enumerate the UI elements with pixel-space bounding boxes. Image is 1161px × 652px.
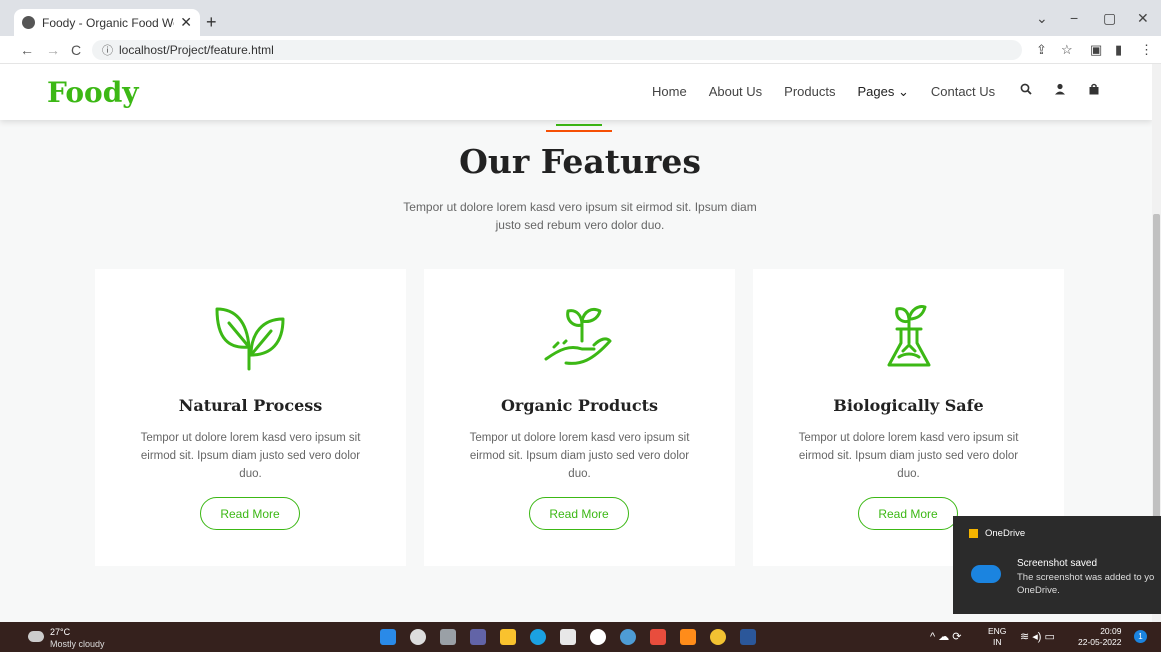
- weather-cloud-icon[interactable]: [28, 631, 44, 642]
- card-title: Biologically Safe: [833, 396, 984, 415]
- github-icon[interactable]: [590, 629, 606, 645]
- notification-body: The screenshot was added to yo: [1017, 572, 1155, 583]
- main-nav: Home About Us Products Pages ⌄ Contact U…: [652, 84, 1017, 100]
- clock-time: 20:09: [1100, 626, 1122, 636]
- language-indicator[interactable]: ENG IN: [988, 626, 1006, 648]
- read-more-button[interactable]: Read More: [529, 497, 629, 530]
- language-code: ENG: [988, 626, 1007, 636]
- browser-tab-bar: Foody - Organic Food Website T ✕ + ⌄ − ▢…: [0, 0, 1161, 36]
- notification-title: Screenshot saved: [1017, 558, 1098, 569]
- onedrive-icon: [969, 529, 978, 538]
- edge-icon[interactable]: [530, 629, 546, 645]
- card-text: Tempor ut dolore lorem kasd vero ipsum s…: [798, 432, 1019, 480]
- nav-contact-us[interactable]: Contact Us: [931, 84, 995, 100]
- weather-temperature[interactable]: 27°C: [50, 627, 70, 637]
- region-code: IN: [992, 637, 1002, 647]
- notification-app-name: OneDrive: [985, 528, 1026, 539]
- close-window-button[interactable]: ✕: [1137, 10, 1149, 27]
- site-favicon-icon: [22, 16, 35, 29]
- notification-badge[interactable]: 1: [1134, 630, 1147, 643]
- info-icon[interactable]: ⓘ: [102, 42, 113, 58]
- leaves-icon: [215, 307, 285, 371]
- read-more-button[interactable]: Read More: [858, 497, 958, 530]
- back-button[interactable]: ←: [20, 42, 34, 58]
- task-view-icon[interactable]: [440, 629, 456, 645]
- clock-date: 22-05-2022: [1078, 637, 1122, 647]
- header-icons: [1020, 83, 1100, 98]
- page-title: Our Features: [459, 142, 701, 181]
- section-subtitle: Tempor ut dolore lorem kasd vero ipsum s…: [403, 200, 757, 232]
- menu-icon[interactable]: ⋮: [1140, 42, 1153, 58]
- bag-icon[interactable]: [1088, 83, 1100, 98]
- sublime-icon[interactable]: [680, 629, 696, 645]
- title-divider-orange: [546, 130, 612, 132]
- file-explorer-icon[interactable]: [500, 629, 516, 645]
- bookmark-star-icon[interactable]: ☆: [1061, 42, 1073, 58]
- nav-about-us[interactable]: About Us: [709, 84, 762, 100]
- nav-pages-dropdown[interactable]: Pages ⌄: [857, 84, 908, 100]
- start-icon[interactable]: [380, 629, 396, 645]
- system-tray-icons[interactable]: ^ ☁ ⟳: [930, 630, 962, 643]
- search-icon[interactable]: [410, 629, 426, 645]
- search-icon[interactable]: [1020, 83, 1032, 98]
- title-divider-green: [556, 124, 602, 126]
- tab-close-icon[interactable]: ✕: [180, 14, 192, 31]
- feature-card: Natural Process Tempor ut dolore lorem k…: [95, 269, 406, 566]
- chrome-icon[interactable]: [710, 629, 726, 645]
- cloud-icon: [971, 565, 1001, 583]
- address-bar: ← → C ⓘ localhost/Project/feature.html ⇪…: [0, 36, 1161, 64]
- url-text: localhost/Project/feature.html: [119, 43, 274, 57]
- notification-body-continued: OneDrive.: [1017, 585, 1060, 596]
- site-header: Foody Home About Us Products Pages ⌄ Con…: [0, 64, 1152, 120]
- tab-search-icon[interactable]: ⌄: [1036, 10, 1048, 27]
- word-icon[interactable]: [740, 629, 756, 645]
- user-icon[interactable]: [1054, 83, 1066, 98]
- weather-description[interactable]: Mostly cloudy: [50, 639, 105, 649]
- read-more-button[interactable]: Read More: [200, 497, 300, 530]
- forward-button[interactable]: →: [46, 42, 60, 58]
- hand-plant-icon: [544, 307, 612, 365]
- minimize-button[interactable]: −: [1070, 10, 1078, 26]
- site-logo[interactable]: Foody: [47, 76, 139, 109]
- card-text: Tempor ut dolore lorem kasd vero ipsum s…: [469, 432, 690, 480]
- share-icon[interactable]: ⇪: [1036, 42, 1047, 58]
- nav-home[interactable]: Home: [652, 84, 687, 100]
- chat-icon[interactable]: [470, 629, 486, 645]
- eclipse-icon[interactable]: [620, 629, 636, 645]
- url-input[interactable]: ⓘ localhost/Project/feature.html: [92, 40, 1022, 60]
- clock[interactable]: 20:09 22-05-2022: [1078, 626, 1121, 648]
- extension-icon[interactable]: ▮: [1115, 42, 1122, 58]
- card-text: Tempor ut dolore lorem kasd vero ipsum s…: [140, 432, 361, 480]
- card-title: Organic Products: [500, 396, 659, 415]
- flask-plant-icon: [887, 305, 931, 367]
- xampp-icon[interactable]: [650, 629, 666, 645]
- taskbar-apps: [380, 629, 756, 645]
- maximize-button[interactable]: ▢: [1103, 10, 1116, 27]
- network-volume-battery-icons[interactable]: ≋ ◂) ▭: [1020, 630, 1055, 643]
- tab-title: Foody - Organic Food Website T: [42, 15, 174, 30]
- new-tab-button[interactable]: +: [206, 12, 217, 33]
- nav-products[interactable]: Products: [784, 84, 835, 100]
- onedrive-notification[interactable]: OneDrive Screenshot saved The screenshot…: [953, 516, 1161, 614]
- taskbar: 27°C Mostly cloudy ^ ☁ ⟳ ENG IN ≋ ◂) ▭ 2…: [0, 622, 1161, 652]
- store-icon[interactable]: [560, 629, 576, 645]
- card-title: Natural Process: [178, 396, 323, 415]
- feature-card: Organic Products Tempor ut dolore lorem …: [424, 269, 735, 566]
- sidebar-icon[interactable]: ▣: [1090, 42, 1102, 58]
- browser-tab[interactable]: Foody - Organic Food Website T ✕: [14, 9, 200, 36]
- scrollbar-thumb[interactable]: [1153, 214, 1160, 524]
- reload-button[interactable]: C: [71, 42, 81, 58]
